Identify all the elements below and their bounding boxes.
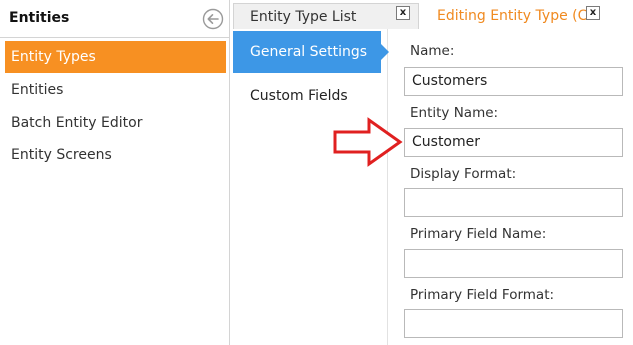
close-tab-button[interactable]: x <box>586 6 600 20</box>
tab-label: Editing Entity Type (Cu <box>437 8 597 24</box>
display-format-field[interactable] <box>404 188 623 217</box>
sidebar-title: Entities <box>9 10 70 26</box>
entities-sidebar: Entities Entity Types Entities Batch Ent… <box>0 0 230 345</box>
display-format-label: Display Format: <box>410 166 517 182</box>
tab-entity-type-list[interactable]: Entity Type List <box>233 3 419 29</box>
circle-arrow-left-icon[interactable] <box>202 8 224 30</box>
tab-label: Entity Type List <box>250 9 357 25</box>
selection-pointer-icon <box>381 44 389 60</box>
primary-field-format-label: Primary Field Format: <box>410 287 555 303</box>
entity-name-field[interactable]: Customer <box>404 128 623 157</box>
red-outline-arrow-right-icon <box>333 117 403 167</box>
nav-general-settings[interactable]: General Settings <box>233 31 389 73</box>
nav-label: General Settings <box>250 44 368 60</box>
close-tab-button[interactable]: x <box>396 6 410 20</box>
primary-field-name-field[interactable] <box>404 249 623 278</box>
name-label: Name: <box>410 43 455 59</box>
primary-field-format-field[interactable] <box>404 309 623 338</box>
tab-editing-entity-type[interactable]: Editing Entity Type (Cu <box>425 3 633 29</box>
sidebar-item-entity-types[interactable]: Entity Types <box>5 41 226 73</box>
settings-nav: General Settings Custom Fields <box>231 29 389 345</box>
name-field[interactable]: Customers <box>404 67 623 96</box>
primary-field-name-label: Primary Field Name: <box>410 226 547 242</box>
nav-custom-fields[interactable]: Custom Fields <box>233 75 388 117</box>
document-tabbar: Entity Type List x Editing Entity Type (… <box>231 0 633 29</box>
entity-name-label: Entity Name: <box>410 105 499 121</box>
sidebar-header: Entities <box>0 0 229 38</box>
sidebar-item-entities[interactable]: Entities <box>5 74 226 106</box>
sidebar-item-entity-screens[interactable]: Entity Screens <box>5 139 226 171</box>
entity-type-form: Name: Customers Entity Name: Customer Di… <box>389 29 633 345</box>
sidebar-item-batch-entity-editor[interactable]: Batch Entity Editor <box>5 107 226 139</box>
